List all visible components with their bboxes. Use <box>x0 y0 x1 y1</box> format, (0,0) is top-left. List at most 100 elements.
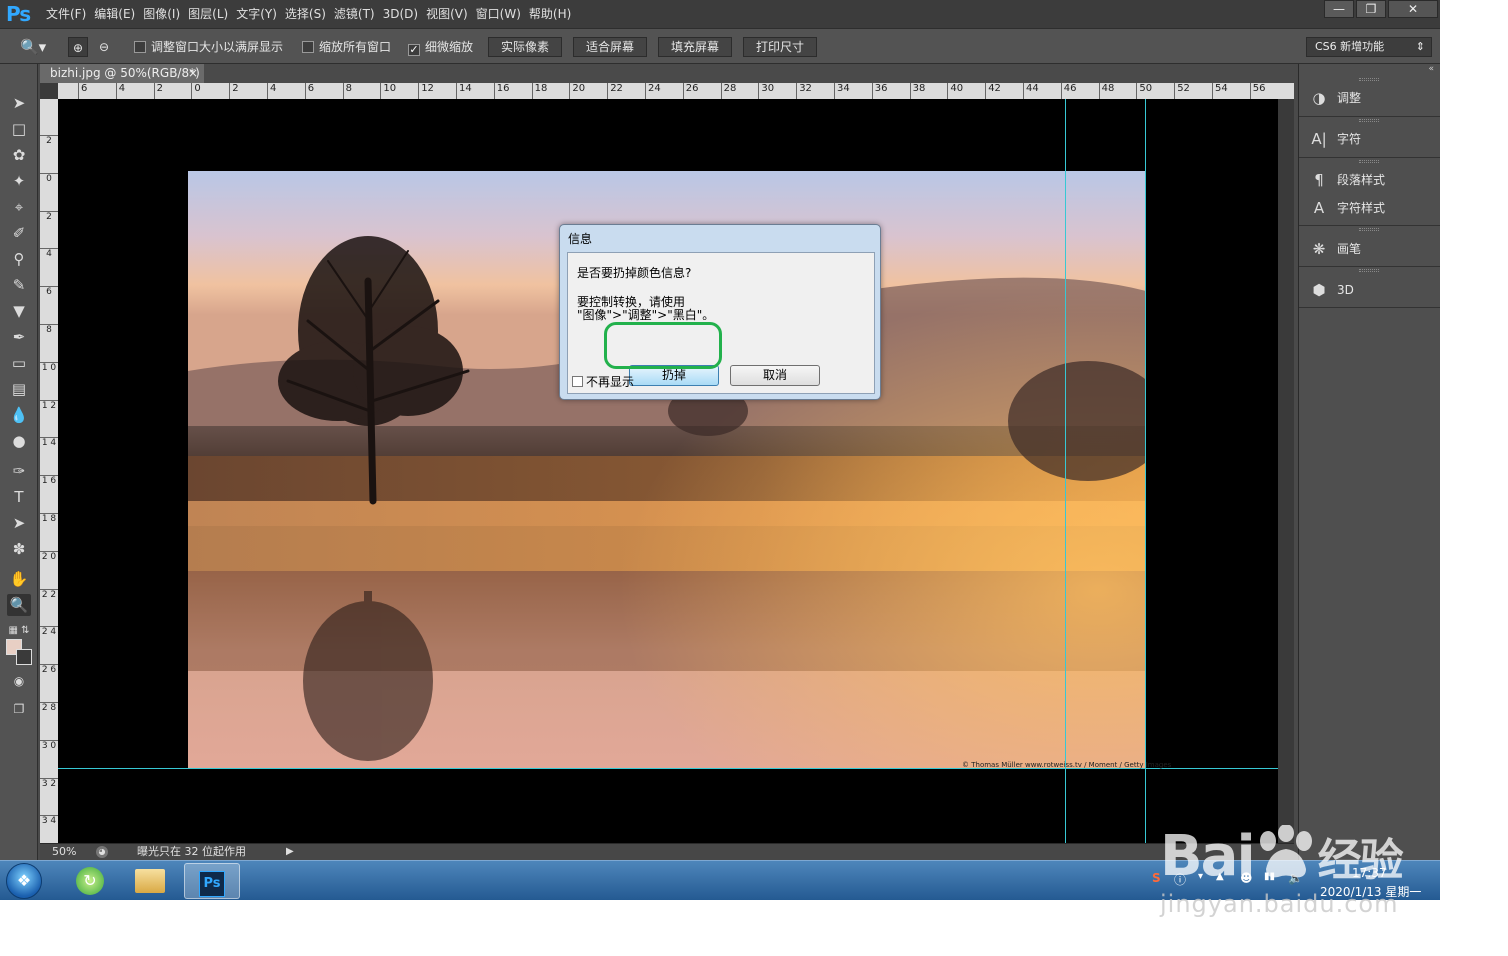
menu-3d[interactable]: 3D(D) <box>383 0 426 28</box>
collapse-panels-icon[interactable]: « <box>1428 64 1434 74</box>
zoom-tool-icon[interactable]: 🔍▾ <box>20 37 46 57</box>
zoom-all-windows-option[interactable]: 缩放所有窗口 <box>302 37 391 57</box>
menu-help[interactable]: 帮助(H) <box>529 0 579 28</box>
magic-wand-tool-icon[interactable]: ✦ <box>7 170 31 192</box>
ruler-tick-label: 10 <box>380 83 396 99</box>
workspace-switcher[interactable]: CS6 新增功能 ⇕ <box>1306 37 1432 57</box>
print-size-button[interactable]: 打印尺寸 <box>743 37 817 57</box>
panel-grip[interactable] <box>1359 119 1379 122</box>
resize-windows-option[interactable]: 调整窗口大小以满屏显示 <box>134 37 283 57</box>
ruler-tick-label: 1 0 <box>40 361 58 373</box>
menu-type[interactable]: 文字(Y) <box>236 0 285 28</box>
close-button[interactable]: ✕ <box>1388 0 1438 18</box>
horizontal-ruler[interactable]: 6 4 2 0 2 4 6 8 10 12 14 16 18 20 22 24 26 28 30 32 34 36 38 40… <box>58 83 1294 99</box>
panel-grip[interactable] <box>1359 228 1379 231</box>
eyedropper-tool-icon[interactable]: ✐ <box>7 222 31 244</box>
hand-tool-icon[interactable]: ✋ <box>7 568 31 590</box>
fit-screen-button[interactable]: 适合屏幕 <box>573 37 647 57</box>
clone-stamp-tool-icon[interactable]: ▼ <box>7 300 31 322</box>
blur-tool-icon[interactable]: 💧 <box>7 404 31 426</box>
dodge-tool-icon[interactable]: ● <box>7 430 31 452</box>
shape-tool-icon[interactable]: ✽ <box>7 538 31 560</box>
menu-view[interactable]: 视图(V) <box>426 0 476 28</box>
type-tool-icon[interactable]: T <box>7 486 31 508</box>
brush-tool-icon[interactable]: ✎ <box>7 274 31 296</box>
fill-screen-button[interactable]: 填充屏幕 <box>658 37 732 57</box>
menu-edit[interactable]: 编辑(E) <box>94 0 143 28</box>
dialog-hint-line2: "图像">"调整">"黑白"。 <box>577 308 715 322</box>
lasso-tool-icon[interactable]: ✿ <box>7 144 31 166</box>
pen-tool-icon[interactable]: ✑ <box>7 460 31 482</box>
ruler-tick-label: 1 8 <box>40 513 58 524</box>
marquee-tool-icon[interactable]: □ <box>7 118 31 140</box>
ruler-tick-label: 1 2 <box>40 399 58 411</box>
status-menu-arrow-icon[interactable]: ▶ <box>286 844 294 860</box>
zoom-level[interactable]: 50% <box>52 844 76 860</box>
scrubby-zoom-option[interactable]: ✓ 细微缩放 <box>408 37 473 57</box>
background-color-swatch[interactable] <box>16 649 32 665</box>
ruler-tick-label: 4 <box>115 83 125 99</box>
eraser-tool-icon[interactable]: ▭ <box>7 352 31 374</box>
status-bar: 50% ◕ 曝光只在 32 位起作用 ▶ <box>40 843 1294 860</box>
zoom-out-icon[interactable]: ⊖ <box>94 37 114 57</box>
ruler-tick-label: 54 <box>1212 83 1228 99</box>
document-tab[interactable]: bizhi.jpg @ 50%(RGB/8*) × <box>40 64 204 83</box>
move-tool-icon[interactable]: ➤ <box>7 92 31 114</box>
ruler-tick-label: 52 <box>1174 83 1190 99</box>
discard-button-highlight <box>604 322 722 369</box>
panel-3d[interactable]: ⬢ 3D <box>1299 276 1440 304</box>
screen-mode-icon[interactable]: ❐ <box>7 698 31 720</box>
adjustments-icon: ◑ <box>1312 89 1326 107</box>
gradient-tool-icon[interactable]: ▤ <box>7 378 31 400</box>
taskbar-explorer[interactable] <box>122 863 178 899</box>
panel-brush[interactable]: ❋ 画笔 <box>1299 235 1440 263</box>
scrubby-zoom-checkbox[interactable]: ✓ <box>408 44 420 56</box>
panel-divider <box>1299 157 1440 158</box>
dialog-title: 信息 <box>568 232 593 246</box>
panel-character-styles[interactable]: A 字符样式 <box>1299 194 1440 222</box>
character-icon: A| <box>1311 130 1327 148</box>
ruler-tick-label: 6 <box>304 83 314 99</box>
quick-mask-icon[interactable]: ◉ <box>7 670 31 692</box>
crop-tool-icon[interactable]: ⌖ <box>7 196 31 218</box>
menu-image[interactable]: 图像(I) <box>143 0 188 28</box>
ruler-tick-label: 36 <box>871 83 888 99</box>
zoom-in-icon[interactable]: ⊕ <box>68 37 88 57</box>
ruler-tick-label: 2 6 <box>40 664 58 676</box>
menu-window[interactable]: 窗口(W) <box>476 0 529 28</box>
vertical-guide[interactable] <box>1065 99 1066 843</box>
tools-panel: ➤ □ ✿ ✦ ⌖ ✐ ⚲ ✎ ▼ ✒ ▭ ▤ 💧 ● ✑ T ➤ ✽ ✋ 🔍 … <box>0 64 38 860</box>
panel-paragraph-styles[interactable]: ¶ 段落样式 <box>1299 166 1440 194</box>
ruler-tick-label: 12 <box>418 83 434 99</box>
panel-adjustments[interactable]: ◑ 调整 <box>1299 84 1440 112</box>
vertical-guide[interactable] <box>1145 99 1146 843</box>
actual-pixels-button[interactable]: 实际像素 <box>488 37 562 57</box>
start-button[interactable]: ❖ <box>6 863 42 899</box>
minimize-button[interactable]: — <box>1324 0 1354 18</box>
menu-filter[interactable]: 滤镜(T) <box>334 0 383 28</box>
path-selection-tool-icon[interactable]: ➤ <box>7 512 31 534</box>
status-info-icon[interactable]: ◕ <box>96 846 108 858</box>
healing-brush-tool-icon[interactable]: ⚲ <box>7 248 31 270</box>
ruler-tick-label: 18 <box>531 83 547 99</box>
tab-close-icon[interactable]: × <box>188 64 198 83</box>
history-brush-tool-icon[interactable]: ✒ <box>7 326 31 348</box>
taskbar-browser[interactable]: ↻ <box>62 863 118 899</box>
ruler-tick-label: 46 <box>1060 83 1077 99</box>
dont-show-again-checkbox[interactable] <box>572 376 583 387</box>
panel-grip[interactable] <box>1359 78 1379 81</box>
cancel-button[interactable]: 取消 <box>730 365 820 386</box>
zoom-all-windows-checkbox[interactable] <box>302 41 314 53</box>
resize-windows-checkbox[interactable] <box>134 41 146 53</box>
vertical-ruler[interactable]: 2 0 2 4 6 8 1 0 1 2 1 4 1 6 1 8 2 0 2 2 2 4 2 6 2 8 3 0 3… <box>40 99 58 843</box>
menu-layer[interactable]: 图层(L) <box>188 0 236 28</box>
taskbar-photoshop[interactable]: Ps <box>184 863 240 899</box>
panel-grip[interactable] <box>1359 269 1379 272</box>
menu-select[interactable]: 选择(S) <box>285 0 334 28</box>
panel-grip[interactable] <box>1359 160 1379 163</box>
panel-character[interactable]: A| 字符 <box>1299 125 1440 153</box>
dont-show-again-option[interactable]: 不再显示 <box>572 373 634 390</box>
zoom-tool-icon[interactable]: 🔍 <box>7 594 31 616</box>
restore-button[interactable]: ❐ <box>1356 0 1386 18</box>
menu-file[interactable]: 文件(F) <box>46 0 94 28</box>
